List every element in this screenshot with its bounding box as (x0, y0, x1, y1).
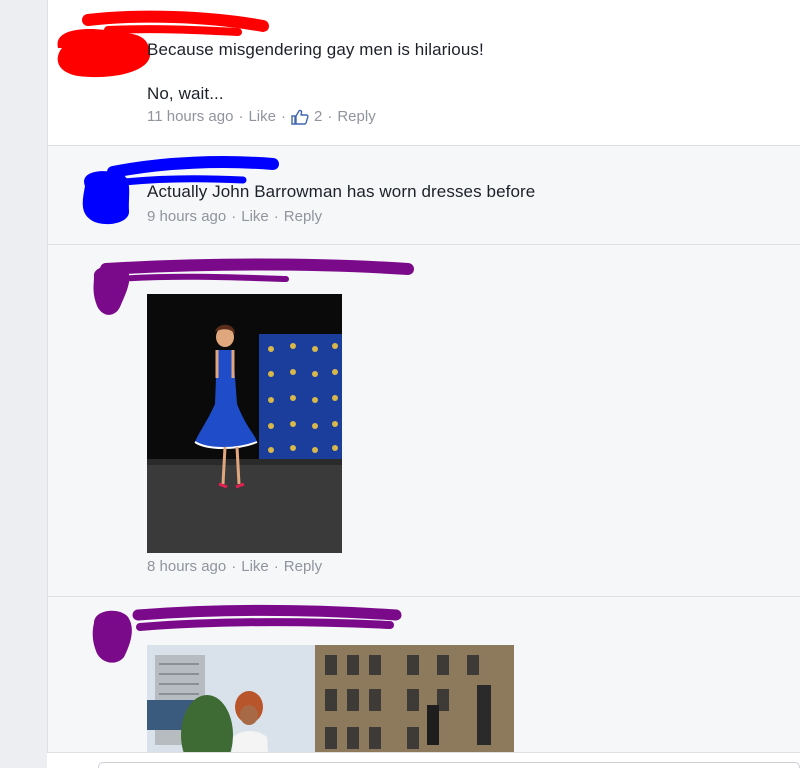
comment-1-line-2: No, wait... (147, 84, 224, 103)
comment-3-meta: 8 hours ago · Like · Reply (147, 558, 322, 575)
thumbs-up-icon[interactable] (291, 109, 309, 125)
comment-1-reply-button[interactable]: Reply (337, 108, 375, 125)
stage-photo-image (147, 294, 342, 553)
separator-dot: · (231, 208, 237, 225)
separator-dot: · (327, 108, 333, 125)
comment-1: Because misgendering gay men is hilariou… (48, 0, 800, 146)
separator-dot: · (281, 108, 286, 125)
street-photo-image (147, 645, 514, 768)
comment-3-time[interactable]: 8 hours ago (147, 558, 226, 575)
comment-4 (48, 597, 800, 768)
comment-1-line-1: Because misgendering gay men is hilariou… (147, 40, 484, 59)
separator-dot: · (273, 558, 279, 575)
left-gutter (0, 0, 47, 768)
comment-3-reply-button[interactable]: Reply (284, 558, 322, 575)
stage-photo[interactable] (147, 294, 342, 553)
separator-dot: · (238, 108, 244, 125)
comment-1-like-button[interactable]: Like (248, 108, 276, 125)
comment-2-meta: 9 hours ago · Like · Reply (147, 208, 322, 225)
comment-feed: Because misgendering gay men is hilariou… (47, 0, 800, 768)
comment-2-line-1: Actually John Barrowman has worn dresses… (147, 182, 536, 201)
comment-1-time[interactable]: 11 hours ago (147, 108, 233, 125)
comment-1-meta: 11 hours ago · Like · 2 · Reply (147, 108, 376, 125)
separator-dot: · (231, 558, 237, 575)
comment-3: 8 hours ago · Like · Reply (48, 245, 800, 597)
comment-2-time[interactable]: 9 hours ago (147, 208, 226, 225)
comment-3-like-button[interactable]: Like (241, 558, 269, 575)
comment-2-like-button[interactable]: Like (241, 208, 269, 225)
separator-dot: · (273, 208, 279, 225)
street-photo[interactable] (147, 645, 514, 768)
write-reply-input[interactable] (98, 762, 800, 768)
comment-2: Actually John Barrowman has worn dresses… (48, 146, 800, 245)
comment-1-like-count[interactable]: 2 (314, 108, 322, 125)
comment-2-reply-button[interactable]: Reply (284, 208, 322, 225)
